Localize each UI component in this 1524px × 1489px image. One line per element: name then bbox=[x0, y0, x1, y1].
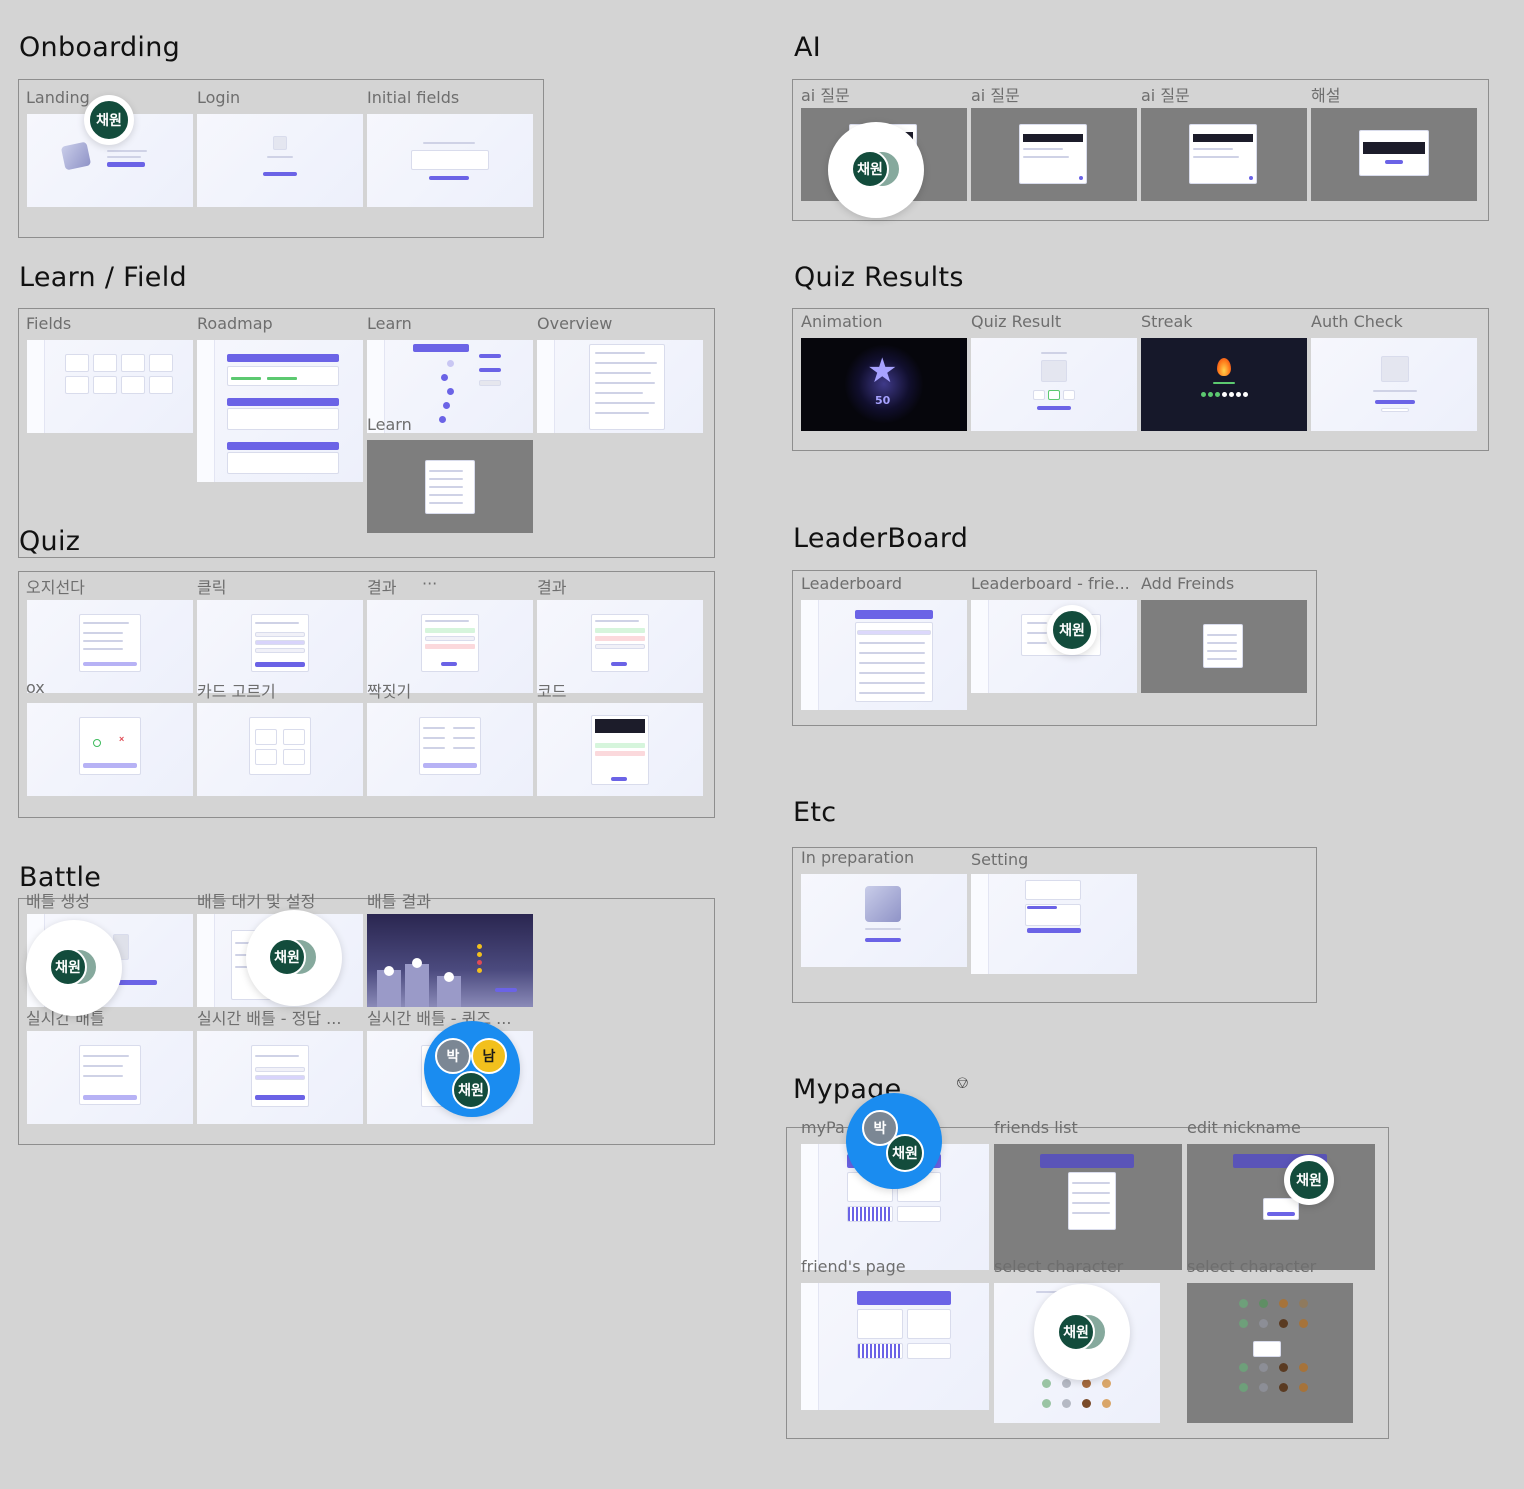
thumb-overview[interactable] bbox=[537, 340, 703, 433]
thumb-animation[interactable]: ★ 50 bbox=[801, 338, 967, 431]
x-icon: × bbox=[119, 734, 125, 744]
frame-label-quiz-result[interactable]: Quiz Result bbox=[971, 312, 1061, 331]
frame-label-card-pick[interactable]: 카드 고르기 bbox=[197, 678, 276, 702]
frame-label-friends-page[interactable]: friend's page bbox=[801, 1257, 906, 1276]
collaborator-avatar-chaewon[interactable]: 채원 bbox=[1057, 1313, 1095, 1351]
section-title-onboarding: Onboarding bbox=[19, 32, 181, 63]
thumb-fields[interactable] bbox=[27, 340, 193, 433]
frame-label-mypage[interactable]: myPa bbox=[801, 1118, 845, 1137]
thumb-initial-fields[interactable] bbox=[367, 114, 533, 207]
thumb-quiz-result[interactable] bbox=[971, 338, 1137, 431]
frame-label-multiple-choice[interactable]: 오지선다 bbox=[26, 574, 85, 598]
thumb-edit-nickname[interactable] bbox=[1187, 1144, 1375, 1270]
section-title-quiz: Quiz bbox=[19, 526, 81, 557]
collaborator-avatar-chaewon[interactable]: 채원 bbox=[49, 948, 87, 986]
frame-label-setting[interactable]: Setting bbox=[971, 850, 1028, 869]
collaborator-avatar-nam[interactable]: 남 bbox=[471, 1038, 507, 1074]
frame-label-friends-list[interactable]: friends list bbox=[994, 1118, 1078, 1137]
frame-label-result-1[interactable]: 결과 bbox=[367, 574, 396, 598]
frame-label-roadmap[interactable]: Roadmap bbox=[197, 314, 273, 333]
thumb-live-battle[interactable] bbox=[27, 1031, 193, 1124]
collaborator-avatar-chaewon[interactable]: 채원 bbox=[88, 99, 130, 141]
thumb-select-character-2[interactable] bbox=[1187, 1283, 1353, 1423]
frame-label-result-2[interactable]: 결과 bbox=[537, 574, 566, 598]
frame-label-leaderboard-friends[interactable]: Leaderboard - frie... bbox=[971, 574, 1130, 593]
animation-score: 50 bbox=[875, 394, 891, 407]
frame-label-battle-result[interactable]: 배틀 결과 bbox=[367, 888, 431, 912]
thumb-code[interactable] bbox=[537, 703, 703, 796]
thumb-friends-page[interactable] bbox=[801, 1283, 989, 1410]
thumb-auth-check[interactable] bbox=[1311, 338, 1477, 431]
frame-label-ai-question-1[interactable]: ai 질문 bbox=[801, 82, 850, 106]
collaborator-avatar-chaewon[interactable]: 채원 bbox=[1288, 1159, 1330, 1201]
frame-label-ai-question-2[interactable]: ai 질문 bbox=[971, 82, 1020, 106]
frame-label-battle-create[interactable]: 배틀 생성 bbox=[26, 888, 90, 912]
frame-label-ox[interactable]: ox bbox=[26, 678, 45, 697]
frame-label-initial-fields[interactable]: Initial fields bbox=[367, 88, 459, 107]
frame-label-battle-wait[interactable]: 배틀 대기 및 설정 bbox=[197, 888, 315, 912]
mascot-image bbox=[865, 886, 901, 922]
thumb-live-battle-answer[interactable] bbox=[197, 1031, 363, 1124]
thumb-login[interactable] bbox=[197, 114, 363, 207]
frame-label-login[interactable]: Login bbox=[197, 88, 240, 107]
frame-label-landing[interactable]: Landing bbox=[26, 88, 90, 107]
frame-label-in-preparation[interactable]: In preparation bbox=[801, 848, 914, 867]
frame-label-overview[interactable]: Overview bbox=[537, 314, 612, 333]
collaborator-avatar-chaewon[interactable]: 채원 bbox=[886, 1134, 924, 1172]
section-title-quiz-results: Quiz Results bbox=[794, 262, 964, 293]
frame-label-add-friends[interactable]: Add Freinds bbox=[1141, 574, 1234, 593]
mascot-image bbox=[60, 141, 92, 171]
collaborator-avatar-chaewon[interactable]: 채원 bbox=[1051, 609, 1093, 651]
frame-label-click[interactable]: 클릭 bbox=[197, 574, 226, 598]
frame-label-matching[interactable]: 짝짓기 bbox=[367, 678, 411, 702]
frame-label-explanation[interactable]: 해설 bbox=[1311, 82, 1340, 106]
frame-label-select-character-2[interactable]: select character bbox=[1187, 1257, 1316, 1276]
frame-label-live-battle-answer[interactable]: 실시간 배틀 - 정답 ... bbox=[197, 1005, 341, 1029]
thumb-explanation[interactable] bbox=[1311, 108, 1477, 201]
thumb-streak[interactable] bbox=[1141, 338, 1307, 431]
fire-icon bbox=[1217, 358, 1231, 376]
frame-label-select-character-1[interactable]: select character bbox=[994, 1257, 1123, 1276]
frame-label-code[interactable]: 코드 bbox=[537, 678, 566, 702]
thumb-learn-modal[interactable] bbox=[367, 440, 533, 533]
thumb-in-preparation[interactable] bbox=[801, 874, 967, 967]
thumb-matching[interactable] bbox=[367, 703, 533, 796]
star-icon: ★ bbox=[867, 352, 898, 390]
frame-label-streak[interactable]: Streak bbox=[1141, 312, 1193, 331]
section-title-learn-field: Learn / Field bbox=[19, 262, 187, 293]
thumb-setting[interactable] bbox=[971, 874, 1137, 974]
more-indicator: ··· bbox=[422, 574, 438, 593]
frame-label-leaderboard[interactable]: Leaderboard bbox=[801, 574, 902, 593]
thumb-friends-list[interactable] bbox=[994, 1144, 1182, 1270]
thumb-ai-question-3[interactable] bbox=[1141, 108, 1307, 201]
thumb-battle-result[interactable] bbox=[367, 914, 533, 1007]
component-icon: ⎊ bbox=[956, 1075, 969, 1092]
section-title-ai: AI bbox=[794, 32, 822, 63]
thumb-leaderboard[interactable] bbox=[801, 600, 967, 710]
frame-label-edit-nickname[interactable]: edit nickname bbox=[1187, 1118, 1301, 1137]
thumb-ox[interactable]: × bbox=[27, 703, 193, 796]
collaborator-avatar-chaewon[interactable]: 채원 bbox=[452, 1071, 490, 1109]
thumb-roadmap[interactable] bbox=[197, 340, 363, 482]
section-title-leaderboard: LeaderBoard bbox=[793, 523, 969, 554]
frame-label-ai-question-3[interactable]: ai 질문 bbox=[1141, 82, 1190, 106]
frame-label-animation[interactable]: Animation bbox=[801, 312, 883, 331]
thumb-add-friends[interactable] bbox=[1141, 600, 1307, 693]
frame-label-auth-check[interactable]: Auth Check bbox=[1311, 312, 1403, 331]
collaborator-avatar-park[interactable]: 박 bbox=[435, 1038, 471, 1074]
collaborator-avatar-chaewon[interactable]: 채원 bbox=[851, 150, 889, 188]
frame-label-learn[interactable]: Learn bbox=[367, 314, 412, 333]
circle-icon bbox=[93, 739, 101, 747]
thumb-multiple-choice[interactable] bbox=[27, 600, 193, 693]
section-title-etc: Etc bbox=[793, 797, 837, 828]
frame-label-fields[interactable]: Fields bbox=[26, 314, 71, 333]
thumb-ai-question-2[interactable] bbox=[971, 108, 1137, 201]
frame-label-learn-modal[interactable]: Learn bbox=[367, 415, 412, 434]
collaborator-avatar-chaewon[interactable]: 채원 bbox=[268, 938, 306, 976]
thumb-card-pick[interactable] bbox=[197, 703, 363, 796]
